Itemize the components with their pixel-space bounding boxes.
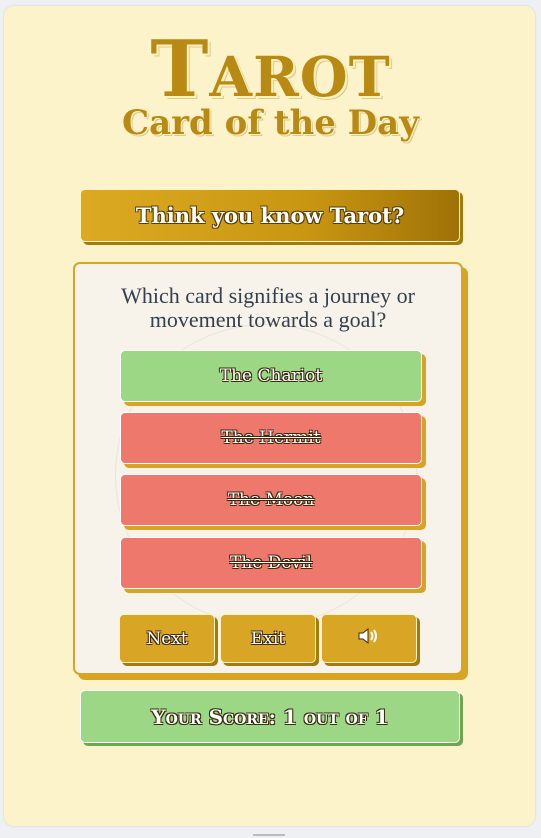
quiz-panel: Which card signifies a journey or moveme… xyxy=(73,262,463,675)
quiz-question: Which card signifies a journey or moveme… xyxy=(121,283,415,332)
sound-toggle-button[interactable] xyxy=(321,614,417,663)
speaker-volume-icon xyxy=(357,626,381,651)
app-logo: Tarot Card of the Day xyxy=(0,24,541,143)
exit-button[interactable]: Exit xyxy=(220,614,316,663)
logo-title: Tarot xyxy=(150,24,391,115)
scroll-indicator xyxy=(253,834,285,836)
next-button[interactable]: Next xyxy=(119,614,215,663)
answer-option-devil[interactable]: The Devil xyxy=(120,537,422,589)
answer-option-chariot[interactable]: The Chariot xyxy=(120,350,422,402)
answer-option-moon[interactable]: The Moon xyxy=(120,474,422,526)
quiz-banner: Think you know Tarot? xyxy=(80,189,460,242)
score-display: Your Score: 1 out of 1 xyxy=(80,690,460,743)
logo-subtitle: Card of the Day xyxy=(122,103,419,143)
answer-option-hermit[interactable]: The Hermit xyxy=(120,412,422,464)
